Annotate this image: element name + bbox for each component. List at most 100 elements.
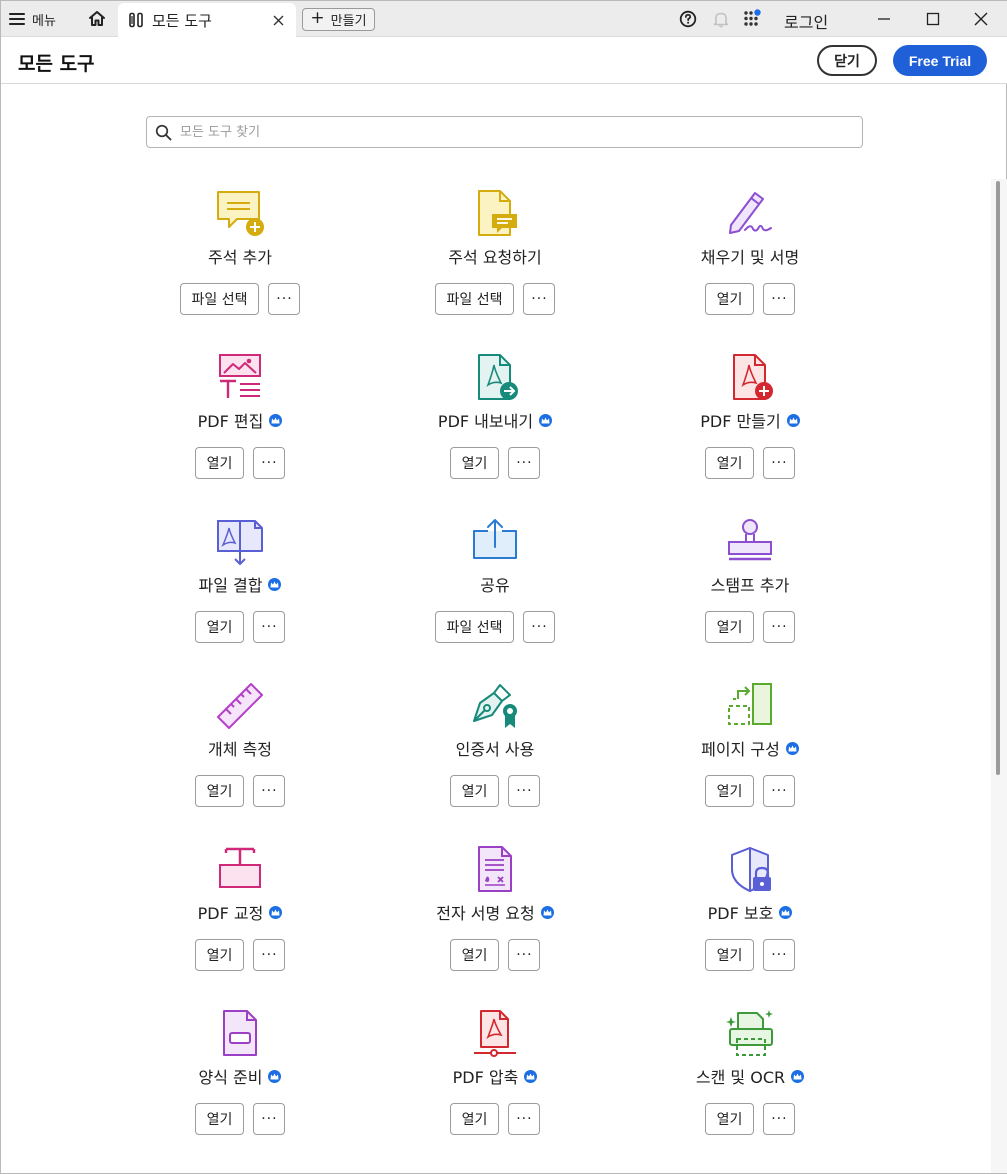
notifications-button[interactable] xyxy=(711,9,731,29)
ellipsis-icon: ··· xyxy=(261,455,278,471)
open-button[interactable]: 열기 xyxy=(704,775,755,807)
tool-name: PDF 편집 xyxy=(197,412,264,431)
close-button[interactable]: 닫기 xyxy=(817,45,877,76)
open-button[interactable]: 열기 xyxy=(704,611,755,643)
open-button[interactable]: 열기 xyxy=(194,939,245,971)
ellipsis-icon: ··· xyxy=(276,291,293,307)
tool-name: 스캔 및 OCR xyxy=(695,1068,786,1087)
open-button[interactable]: 열기 xyxy=(704,283,755,315)
more-options-button[interactable]: ··· xyxy=(508,447,541,479)
prepare-form-icon[interactable] xyxy=(215,1009,265,1059)
more-options-button[interactable]: ··· xyxy=(253,1103,286,1135)
ellipsis-icon: ··· xyxy=(516,1111,533,1127)
open-button[interactable]: 열기 xyxy=(449,447,500,479)
premium-crown-icon xyxy=(786,413,800,427)
more-options-button[interactable]: ··· xyxy=(508,775,541,807)
open-button[interactable]: 열기 xyxy=(194,1103,245,1135)
scan-ocr-icon[interactable] xyxy=(725,1009,775,1059)
organize-pages-icon[interactable] xyxy=(725,681,775,731)
more-options-button[interactable]: ··· xyxy=(268,283,301,315)
free-trial-button[interactable]: Free Trial xyxy=(893,45,987,76)
ellipsis-icon: ··· xyxy=(771,947,788,963)
create-pdf-icon[interactable] xyxy=(725,353,775,403)
close-icon xyxy=(273,15,283,25)
more-options-button[interactable]: ··· xyxy=(763,775,796,807)
comment-add-icon[interactable] xyxy=(215,189,265,239)
compress-pdf-icon[interactable] xyxy=(470,1009,520,1059)
open-button[interactable]: 열기 xyxy=(449,1103,500,1135)
search-icon xyxy=(155,124,172,140)
tab-close-button[interactable] xyxy=(270,12,286,28)
request-comment-icon[interactable] xyxy=(470,189,520,239)
search-box[interactable] xyxy=(146,116,863,148)
search-input[interactable] xyxy=(180,124,840,140)
more-options-button[interactable]: ··· xyxy=(763,611,796,643)
combine-files-icon[interactable] xyxy=(215,517,265,567)
tool-card: 채우기 및 서명 열기 ··· xyxy=(625,189,875,329)
more-options-button[interactable]: ··· xyxy=(508,939,541,971)
edit-pdf-icon[interactable] xyxy=(215,353,265,403)
ruler-icon[interactable] xyxy=(215,681,265,731)
certificate-pen-icon[interactable] xyxy=(470,681,520,731)
tool-name: 개체 측정 xyxy=(208,740,272,759)
open-button[interactable]: 열기 xyxy=(449,939,500,971)
open-button[interactable]: 열기 xyxy=(704,1103,755,1135)
tool-card: 공유 파일 선택 ··· xyxy=(370,517,620,657)
fill-sign-icon[interactable] xyxy=(725,189,775,239)
more-options-button[interactable]: ··· xyxy=(763,1103,796,1135)
more-options-button[interactable]: ··· xyxy=(763,447,796,479)
tool-name: 주석 요청하기 xyxy=(448,248,542,267)
more-options-button[interactable]: ··· xyxy=(763,939,796,971)
login-link[interactable]: 로그인 xyxy=(784,9,828,33)
open-button[interactable]: 열기 xyxy=(704,447,755,479)
open-button[interactable]: 열기 xyxy=(194,447,245,479)
tab-all-tools[interactable]: 모든 도구 xyxy=(118,3,296,37)
help-button[interactable] xyxy=(678,9,698,29)
scrollbar-thumb[interactable] xyxy=(996,181,1000,775)
share-icon[interactable] xyxy=(470,517,520,567)
premium-crown-icon xyxy=(779,905,793,919)
tool-name: 채우기 및 서명 xyxy=(700,248,800,267)
more-options-button[interactable]: ··· xyxy=(763,283,796,315)
create-label: 만들기 xyxy=(330,14,367,29)
premium-crown-icon xyxy=(269,905,283,919)
ellipsis-icon: ··· xyxy=(516,947,533,963)
minimize-button[interactable] xyxy=(862,5,906,33)
redact-icon[interactable] xyxy=(215,845,265,895)
menu-button[interactable]: 메뉴 xyxy=(9,7,56,31)
tool-name: PDF 압축 xyxy=(452,1068,519,1087)
create-button[interactable]: + 만들기 xyxy=(302,8,375,31)
open-button[interactable]: 열기 xyxy=(704,939,755,971)
export-pdf-icon[interactable] xyxy=(470,353,520,403)
stamp-icon[interactable] xyxy=(725,517,775,567)
more-options-button[interactable]: ··· xyxy=(508,1103,541,1135)
home-button[interactable] xyxy=(85,7,109,31)
maximize-button[interactable] xyxy=(911,5,955,33)
close-icon xyxy=(974,12,988,26)
open-button[interactable]: 열기 xyxy=(194,611,245,643)
open-button[interactable]: 열기 xyxy=(194,775,245,807)
ellipsis-icon: ··· xyxy=(531,291,548,307)
protect-pdf-icon[interactable] xyxy=(725,845,775,895)
more-options-button[interactable]: ··· xyxy=(253,775,286,807)
more-options-button[interactable]: ··· xyxy=(253,939,286,971)
apps-button[interactable] xyxy=(743,9,763,29)
ellipsis-icon: ··· xyxy=(261,619,278,635)
more-options-button[interactable]: ··· xyxy=(523,283,556,315)
tool-card: 전자 서명 요청 열기 ··· xyxy=(370,845,620,985)
more-options-button[interactable]: ··· xyxy=(253,447,286,479)
window-close-button[interactable] xyxy=(959,5,1003,33)
select-file-button[interactable]: 파일 선택 xyxy=(179,283,260,315)
select-file-button[interactable]: 파일 선택 xyxy=(434,611,515,643)
open-button[interactable]: 열기 xyxy=(449,775,500,807)
more-options-button[interactable]: ··· xyxy=(523,611,556,643)
premium-crown-icon xyxy=(268,577,282,591)
tool-card: 스탬프 추가 열기 ··· xyxy=(625,517,875,657)
tool-card: 페이지 구성 열기 ··· xyxy=(625,681,875,821)
more-options-button[interactable]: ··· xyxy=(253,611,286,643)
tool-name: PDF 교정 xyxy=(197,904,264,923)
scrollbar[interactable] xyxy=(991,179,1007,1173)
select-file-button[interactable]: 파일 선택 xyxy=(434,283,515,315)
request-esign-icon[interactable] xyxy=(470,845,520,895)
premium-crown-icon xyxy=(539,413,553,427)
